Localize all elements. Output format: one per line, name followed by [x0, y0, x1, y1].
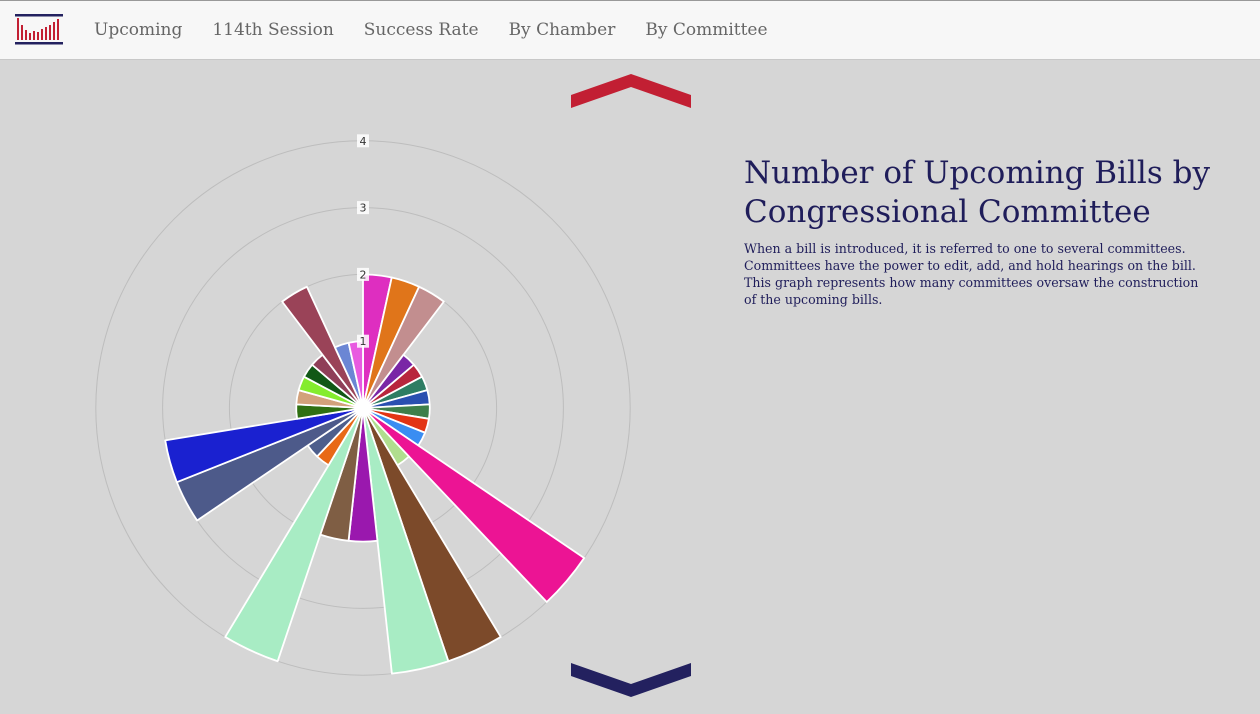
tick-label-1: 1 [360, 335, 367, 348]
chart-description: When a bill is introduced, it is referre… [744, 241, 1199, 307]
tick-label-4: 4 [360, 135, 367, 148]
chevron-up-icon[interactable] [570, 71, 692, 111]
chevron-down-icon[interactable] [570, 660, 692, 700]
nav-menu: Upcoming 114th Session Success Rate By C… [94, 1, 798, 59]
info-panel: Number of Upcoming Bills by Congressiona… [744, 154, 1214, 308]
nav-by-chamber[interactable]: By Chamber [509, 20, 616, 40]
top-navbar: Upcoming 114th Session Success Rate By C… [0, 0, 1260, 60]
capitol-logo-icon[interactable] [14, 12, 64, 48]
nav-success-rate[interactable]: Success Rate [364, 20, 479, 40]
tick-label-2: 2 [360, 268, 367, 281]
nav-upcoming[interactable]: Upcoming [94, 20, 182, 40]
polar-area-chart: 1 2 3 4 [80, 110, 650, 710]
chart-wedges [164, 273, 586, 675]
chart-title: Number of Upcoming Bills by Congressiona… [744, 155, 1210, 230]
tick-label-3: 3 [360, 202, 367, 215]
chart-svg: 1 2 3 4 [95, 134, 631, 676]
nav-by-committee[interactable]: By Committee [645, 20, 767, 40]
nav-114th-session[interactable]: 114th Session [212, 20, 333, 40]
